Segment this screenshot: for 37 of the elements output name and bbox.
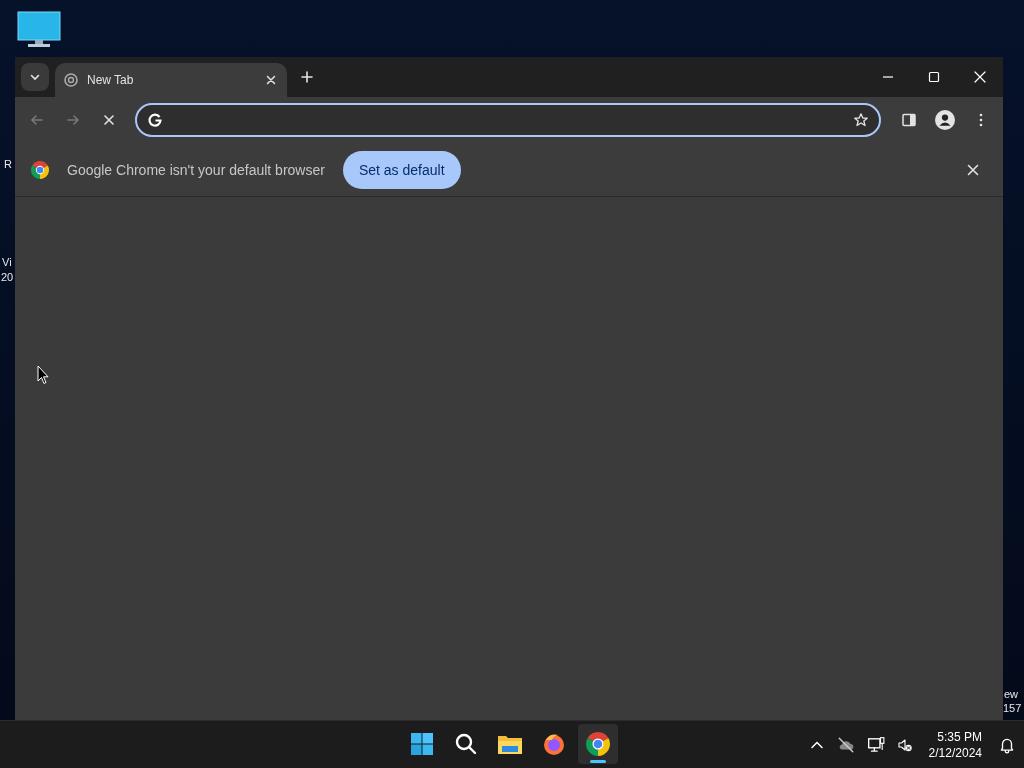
arrow-left-icon bbox=[29, 112, 45, 128]
desktop-icon-label: Vi bbox=[2, 255, 12, 269]
mouse-pointer-icon bbox=[37, 365, 49, 385]
firefox-icon bbox=[542, 732, 566, 756]
desktop-icon-label: ew bbox=[1004, 687, 1019, 701]
plus-icon bbox=[299, 69, 315, 85]
g-logo-icon bbox=[147, 112, 163, 128]
set-as-default-button[interactable]: Set as default bbox=[342, 150, 461, 189]
minimize-icon bbox=[883, 76, 893, 78]
infobar-message: Google Chrome isn't your default browser bbox=[67, 161, 325, 178]
time-text: 5:35 PM bbox=[937, 729, 982, 745]
monitor-icon[interactable] bbox=[17, 11, 61, 49]
desktop-icon-label: 20 bbox=[1, 270, 14, 284]
close-icon bbox=[101, 112, 117, 128]
windows-logo-icon bbox=[410, 732, 434, 756]
person-icon bbox=[935, 110, 955, 130]
close-icon bbox=[972, 69, 988, 85]
cloud-off-icon[interactable] bbox=[836, 736, 855, 754]
speaker-muted-icon[interactable] bbox=[896, 737, 913, 753]
chrome-icon bbox=[31, 160, 49, 179]
chrome-icon bbox=[586, 732, 610, 756]
bell-icon[interactable] bbox=[998, 736, 1016, 754]
address-bar[interactable] bbox=[135, 103, 881, 137]
search-icon bbox=[454, 732, 478, 756]
loading-icon bbox=[63, 72, 79, 88]
date-text: 2/12/2024 bbox=[928, 745, 982, 761]
desktop-icon-label: 157 bbox=[1003, 701, 1022, 715]
network-icon[interactable] bbox=[866, 736, 885, 754]
arrow-right-icon bbox=[65, 112, 81, 128]
star-icon[interactable] bbox=[853, 112, 869, 128]
tab-search-button[interactable] bbox=[21, 63, 49, 91]
desktop-icon-label: R bbox=[4, 157, 12, 171]
side-panel-icon bbox=[901, 112, 917, 128]
browser-tab[interactable]: New Tab bbox=[55, 63, 287, 97]
clock[interactable]: 5:35 PM 2/12/2024 bbox=[924, 729, 986, 761]
taskbar-button[interactable] bbox=[578, 724, 618, 764]
maximize-icon bbox=[926, 69, 942, 85]
